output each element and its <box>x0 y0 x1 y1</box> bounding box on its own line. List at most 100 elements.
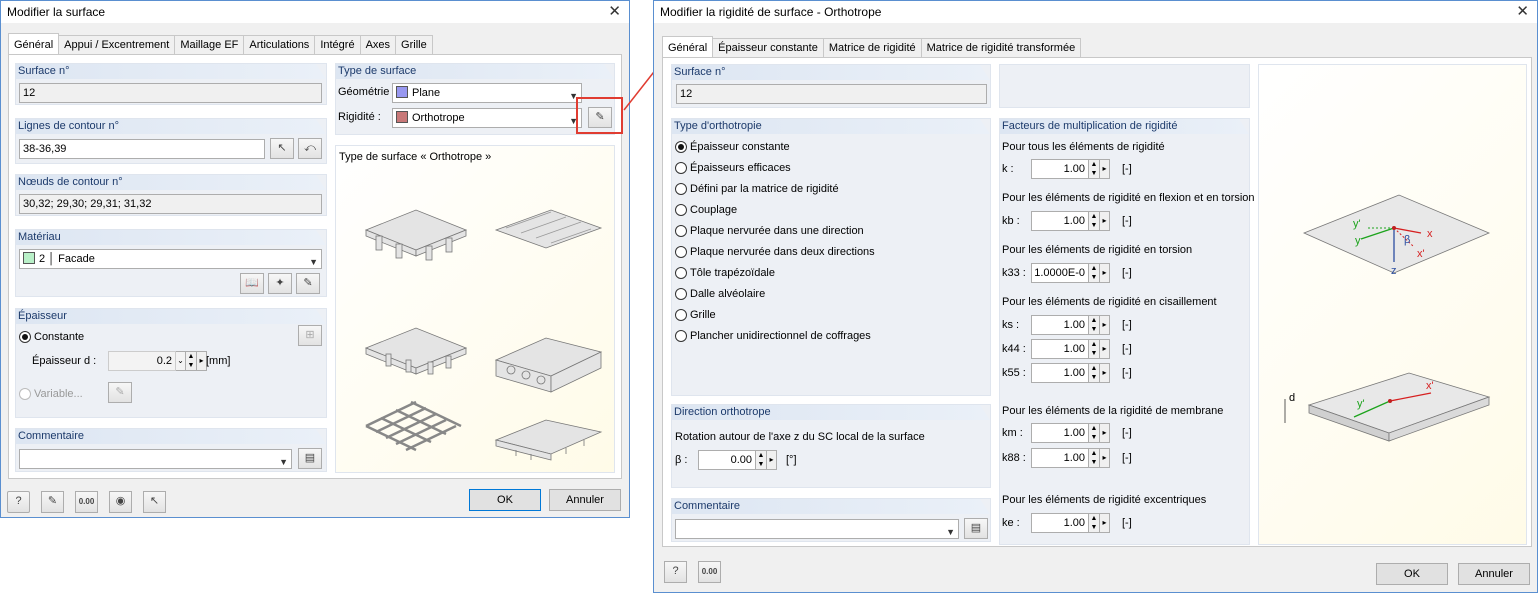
group-contour-lines: Lignes de contour n° 38-36,39 ↖ ⤺ <box>15 118 327 164</box>
new-material-icon[interactable]: ✦ <box>268 273 292 294</box>
chevron-down-icon: ▼ <box>309 257 318 267</box>
factor-symbol: km : <box>1002 427 1023 439</box>
edit-material-icon[interactable]: ✎ <box>296 273 320 294</box>
comment-input[interactable]: ▼ <box>675 519 959 539</box>
close-icon[interactable]: ✕ <box>1516 1 1529 23</box>
group-stiffness-factors: Facteurs de multiplication de rigidité P… <box>999 118 1255 545</box>
tab-articulations[interactable]: Articulations <box>243 35 316 54</box>
factor-group-title: Pour les éléments de la rigidité de memb… <box>1002 405 1224 417</box>
group-title: Surface n° <box>16 64 326 79</box>
radio-orthotropy-option[interactable]: Défini par la matrice de rigidité <box>675 183 839 195</box>
radio-orthotropy-option[interactable]: Plaque nervurée dans deux directions <box>675 246 875 258</box>
group-title: Commentaire <box>672 499 990 514</box>
group-material: Matériau 2 │ Facade ▼ 📖 ✦ ✎ <box>15 229 327 297</box>
units-icon[interactable]: 0.00 <box>698 561 721 583</box>
x-prime-label-2: x' <box>1426 380 1434 392</box>
rotation-label: Rotation autour de l'axe z du SC local d… <box>675 431 925 443</box>
variable-edit-icon: ✎ <box>108 382 132 403</box>
material-number: 2 <box>39 253 46 265</box>
factor-spinner[interactable]: 1.00 ▲ ▼ ▸ <box>1031 513 1110 533</box>
factor-spinner[interactable]: 1.00 ▲ ▼ ▸ <box>1031 423 1110 443</box>
cancel-button[interactable]: Annuler <box>549 489 621 511</box>
geometry-select[interactable]: Plane ▼ <box>392 83 582 103</box>
tab-grille[interactable]: Grille <box>395 35 433 54</box>
group-orthotropy-type: Type d'orthotropie Épaisseur constante Ép… <box>671 118 991 396</box>
group-title: Épaisseur <box>16 309 326 324</box>
factor-spinner[interactable]: 1.0000E-0 ▲ ▼ ▸ <box>1031 263 1110 283</box>
radio-constant[interactable]: Constante <box>19 331 84 343</box>
tab-stiffness-matrix[interactable]: Matrice de rigidité <box>822 38 922 57</box>
factor-spinner[interactable]: 1.00 ▲ ▼ ▸ <box>1031 315 1110 335</box>
cancel-button[interactable]: Annuler <box>1458 563 1530 585</box>
close-icon[interactable]: ✕ <box>608 1 621 23</box>
thickness-edit-icon: ⊞ <box>298 325 322 346</box>
radio-orthotropy-option[interactable]: Dalle alvéolaire <box>675 288 765 300</box>
highlight-box <box>576 97 623 134</box>
material-color-icon <box>23 252 35 264</box>
radio-orthotropy-option[interactable]: Épaisseurs efficaces <box>675 162 791 174</box>
ok-button[interactable]: OK <box>469 489 541 511</box>
comment-input[interactable]: ▼ <box>19 449 292 469</box>
stiffness-select[interactable]: Orthotrope ▼ <box>392 108 582 128</box>
tab-maillage[interactable]: Maillage EF <box>174 35 245 54</box>
radio-orthotropy-option[interactable]: Tôle trapézoïdale <box>675 267 775 279</box>
group-title: Lignes de contour n° <box>16 119 326 134</box>
factor-spinner[interactable]: 1.00 ▲ ▼ ▸ <box>1031 363 1110 383</box>
group-empty-header <box>999 64 1250 108</box>
tab-appui[interactable]: Appui / Excentrement <box>58 35 176 54</box>
material-library-icon[interactable]: 📖 <box>240 273 264 294</box>
beta-spinner[interactable]: 0.00 ▲ ▼ ▸ <box>698 450 777 470</box>
tab-panel-general: Surface n° 12 Lignes de contour n° 38-36… <box>8 54 622 479</box>
material-name: Facade <box>58 253 95 265</box>
radio-orthotropy-option[interactable]: Plancher unidirectionnel de coffrages <box>675 330 871 342</box>
x-prime-label: x' <box>1417 248 1425 260</box>
units-icon[interactable]: 0.00 <box>75 491 98 513</box>
edit-icon[interactable]: ✎ <box>41 491 64 513</box>
help-icon[interactable]: ? <box>664 561 687 583</box>
radio-orthotropy-option[interactable]: Grille <box>675 309 716 321</box>
group-comment: Commentaire ▼ ▤ <box>15 428 327 472</box>
tab-constant-thickness[interactable]: Épaisseur constante <box>712 38 824 57</box>
tab-general[interactable]: Général <box>8 33 60 54</box>
group-title: Type d'orthotropie <box>672 119 990 134</box>
group-title: Direction orthotrope <box>672 405 990 420</box>
pick-lines-icon[interactable]: ↖ <box>270 138 294 159</box>
group-surface-type: Type de surface Géométrie : Plane ▼ Rigid… <box>335 63 615 135</box>
contour-lines-input[interactable]: 38-36,39 <box>19 139 265 159</box>
radio-orthotropy-option[interactable]: Épaisseur constante <box>675 141 790 153</box>
group-thickness: Épaisseur Constante ⊞ Épaisseur d : 0.2 … <box>15 308 327 418</box>
tab-general[interactable]: Général <box>662 36 714 57</box>
tab-axes[interactable]: Axes <box>359 35 397 54</box>
comment-library-icon[interactable]: ▤ <box>298 448 322 469</box>
select-icon[interactable]: ↖ <box>143 491 166 513</box>
help-icon[interactable]: ? <box>7 491 30 513</box>
orthotropic-types-illustration <box>364 209 603 461</box>
tab-integre[interactable]: Intégré <box>314 35 361 54</box>
dialog-orthotropic-stiffness: Modifier la rigidité de surface - Orthot… <box>653 0 1538 593</box>
tab-transformed-matrix[interactable]: Matrice de rigidité transformée <box>920 38 1082 57</box>
factor-unit: [-] <box>1122 343 1132 355</box>
factor-spinner[interactable]: 1.00 ▲ ▼ ▸ <box>1031 448 1110 468</box>
factor-symbol: k33 : <box>1002 267 1026 279</box>
view-icon[interactable]: ◉ <box>109 491 132 513</box>
group-title: Surface n° <box>672 65 990 80</box>
ok-button[interactable]: OK <box>1376 563 1448 585</box>
y-prime-label: y' <box>1353 218 1361 230</box>
z-label: z <box>1391 265 1397 277</box>
factor-group-title: Pour les éléments de rigidité en cisaill… <box>1002 296 1217 308</box>
thickness-spinner[interactable]: 0.2 ⌄ ▲ ▼ ▸ <box>108 351 207 371</box>
group-orthotropic-direction: Direction orthotrope Rotation autour de … <box>671 404 991 488</box>
group-title: Commentaire <box>16 429 326 444</box>
comment-library-icon[interactable]: ▤ <box>964 518 988 539</box>
radio-orthotropy-option[interactable]: Couplage <box>675 204 737 216</box>
factor-spinner[interactable]: 1.00 ▲ ▼ ▸ <box>1031 211 1110 231</box>
group-title: Type de surface <box>336 64 614 79</box>
factor-group-title: Pour les éléments de rigidité excentriqu… <box>1002 494 1207 506</box>
material-select[interactable]: 2 │ Facade ▼ <box>19 249 322 269</box>
factor-spinner[interactable]: 1.00 ▲ ▼ ▸ <box>1031 159 1110 179</box>
undo-icon[interactable]: ⤺ <box>298 138 322 159</box>
factor-spinner[interactable]: 1.00 ▲ ▼ ▸ <box>1031 339 1110 359</box>
factor-symbol: k : <box>1002 163 1014 175</box>
dialog-modifier-surface: Modifier la surface ✕ Général Appui / Ex… <box>0 0 630 518</box>
radio-orthotropy-option[interactable]: Plaque nervurée dans une direction <box>675 225 864 237</box>
